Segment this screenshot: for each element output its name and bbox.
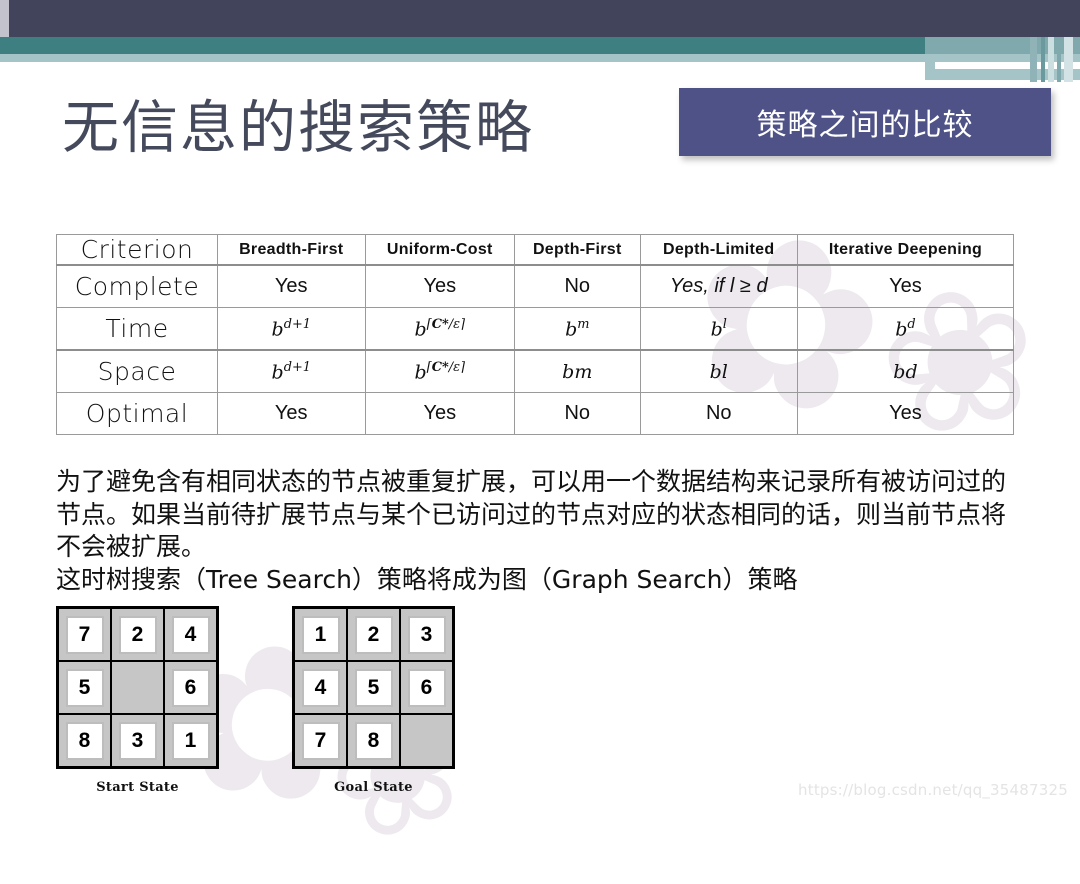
puzzle-cell: 7 [58,608,111,661]
table-row: Space bd+1 b⌈C*/ε⌉ bm bl bd [56,349,1015,393]
cell-optimal-uniform-cost: Yes [364,392,516,435]
puzzle-cell: 5 [58,661,111,714]
puzzle-cell: 8 [58,714,111,767]
puzzle-cell: 6 [400,661,453,714]
banner-navy-bar [0,0,1080,37]
puzzle-cell: 4 [164,608,217,661]
puzzle-tile: 7 [65,615,104,654]
cell-complete-depth-first: No [514,264,641,308]
puzzle-cell: 2 [347,608,400,661]
banner-vertical-stripe-4 [1057,37,1061,82]
puzzle-tile: 4 [301,668,340,707]
puzzle-tile: 4 [171,615,210,654]
puzzle-cell: 1 [164,714,217,767]
banner-vertical-stripe-3 [1048,37,1054,82]
section-badge-label: 策略之间的比较 [756,108,974,143]
puzzle-cell: 3 [400,608,453,661]
cell-optimal-depth-first: No [514,392,641,435]
cell-complete-iterative-deepening: Yes [796,264,1015,308]
banner-vertical-stripe-1 [1030,37,1037,82]
puzzle-tile: 3 [118,721,157,760]
cell-space-breadth-first: bd+1 [217,349,366,393]
puzzle-tile: 5 [354,668,393,707]
cell-time-iterative-deepening: bd [796,307,1015,351]
puzzle-cell: 2 [111,608,164,661]
cell-space-iterative-deepening: bd [796,349,1015,393]
puzzle-tile: 2 [354,615,393,654]
section-badge: 策略之间的比较 [679,88,1051,156]
row-label-time: Time [56,307,218,351]
puzzle-tile: 5 [65,668,104,707]
row-label-optimal: Optimal [56,392,218,435]
table-row: Complete Yes Yes No Yes, if l ≥ d Yes [56,264,1015,308]
cell-time-breadth-first: bd+1 [217,307,366,351]
puzzle-cell: 4 [294,661,347,714]
banner-navy-stripe-5 [0,0,9,37]
slide-header-banner [0,0,1080,86]
puzzle-goal-state: 1 2 3 4 5 6 7 8 Goal State [292,606,455,795]
row-label-complete: Complete [56,264,218,308]
body-text-block: 为了避免含有相同状态的节点被重复扩展，可以用一个数据结构来记录所有被访问过的节点… [56,466,1026,596]
cell-time-uniform-cost: b⌈C*/ε⌉ [364,307,516,351]
puzzle-tile-blank [408,722,446,760]
puzzle-cell: 5 [347,661,400,714]
puzzle-cell: 8 [347,714,400,767]
column-header-breadth-first: Breadth-First [217,234,366,266]
puzzle-tile: 3 [407,615,446,654]
cell-time-depth-first: bm [514,307,641,351]
column-header-iterative-deepening: Iterative Deepening [796,234,1015,266]
cell-optimal-depth-limited: No [639,392,798,435]
column-header-criterion: Criterion [56,234,218,266]
puzzle-tile: 2 [118,615,157,654]
puzzle-cell-blank [111,661,164,714]
puzzle-cell: 3 [111,714,164,767]
strategy-comparison-table: Criterion Breadth-First Uniform-Cost Dep… [56,234,1015,435]
eight-puzzle-diagrams: 7 2 4 5 6 8 3 1 Start State 1 2 3 4 5 6 … [56,606,455,795]
puzzle-tile: 1 [301,615,340,654]
row-label-space: Space [56,349,218,393]
puzzle-tile: 8 [354,721,393,760]
source-watermark-url: https://blog.csdn.net/qq_35487325 [798,781,1068,799]
cell-complete-depth-limited: Yes, if l ≥ d [639,264,798,308]
puzzle-caption: Goal State [334,780,413,795]
puzzle-cell: 7 [294,714,347,767]
column-header-depth-first: Depth-First [514,234,641,266]
puzzle-tile: 8 [65,721,104,760]
puzzle-cell: 6 [164,661,217,714]
column-header-uniform-cost: Uniform-Cost [364,234,516,266]
puzzle-grid: 1 2 3 4 5 6 7 8 [292,606,455,769]
cell-space-uniform-cost: b⌈C*/ε⌉ [364,349,516,393]
banner-vertical-stripe-2 [1041,37,1045,82]
puzzle-cell: 1 [294,608,347,661]
puzzle-tile: 1 [171,721,210,760]
cell-space-depth-first: bm [514,349,641,393]
puzzle-start-state: 7 2 4 5 6 8 3 1 Start State [56,606,219,795]
table-row: Time bd+1 b⌈C*/ε⌉ bm bl bd [56,307,1015,351]
puzzle-tile: 7 [301,721,340,760]
cell-complete-breadth-first: Yes [217,264,366,308]
puzzle-grid: 7 2 4 5 6 8 3 1 [56,606,219,769]
puzzle-tile-blank [119,669,157,707]
puzzle-tile: 6 [407,668,446,707]
banner-teal-bar-left [0,37,925,54]
column-header-depth-limited: Depth-Limited [639,234,798,266]
banner-lightblue-bar [0,54,925,62]
table-header-row: Criterion Breadth-First Uniform-Cost Dep… [56,234,1015,266]
cell-time-depth-limited: bl [639,307,798,351]
cell-space-depth-limited: bl [639,349,798,393]
cell-optimal-breadth-first: Yes [217,392,366,435]
body-paragraph: 为了避免含有相同状态的节点被重复扩展，可以用一个数据结构来记录所有被访问过的节点… [56,467,1007,561]
table-row: Optimal Yes Yes No No Yes [56,392,1015,435]
puzzle-tile: 6 [171,668,210,707]
puzzle-cell-blank [400,714,453,767]
cell-complete-uniform-cost: Yes [364,264,516,308]
puzzle-caption: Start State [96,780,179,795]
cell-optimal-iterative-deepening: Yes [796,392,1015,435]
banner-vertical-stripe-5 [1064,37,1073,82]
page-title: 无信息的搜索策略 [62,95,534,161]
body-paragraph-secondary: 这时树搜索（Tree Search）策略将成为图（Graph Search）策略 [56,564,798,594]
